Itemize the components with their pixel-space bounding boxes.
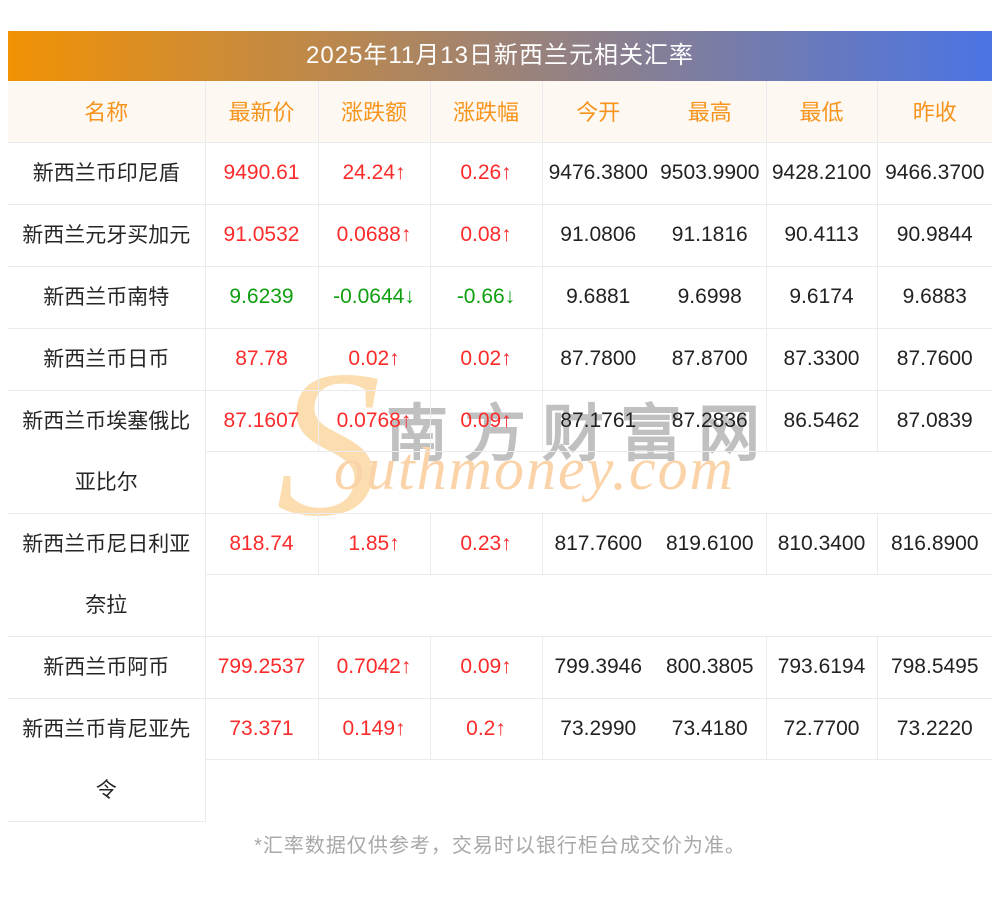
cell-open: 87.7800 xyxy=(541,327,654,391)
cell-latest: 9.6239 xyxy=(204,265,319,329)
currency-pair-name: 新西兰币肯尼亚先 令 xyxy=(8,697,206,822)
cell-low: 86.5462 xyxy=(765,389,878,452)
currency-pair-name: 新西兰元牙买加元 xyxy=(8,203,206,267)
currency-pair-name: 新西兰币阿币 xyxy=(8,635,206,699)
cell-latest: 818.74 xyxy=(204,512,319,575)
spacer-cell xyxy=(205,575,992,637)
cell-latest: 91.0532 xyxy=(204,203,319,267)
cell-prev: 9466.3700 xyxy=(876,141,992,205)
spacer-cell xyxy=(205,452,992,514)
page-container: S 南方财富网 outhmoney.com 2025年11月13日新西兰元相关汇… xyxy=(8,31,992,858)
column-header-pct: 涨跌幅 xyxy=(429,81,543,143)
cell-high: 9503.9900 xyxy=(654,141,767,205)
currency-pair-name: 新西兰币印尼盾 xyxy=(8,141,206,205)
cell-high: 91.1816 xyxy=(654,203,767,267)
cell-high: 800.3805 xyxy=(654,635,767,699)
disclaimer-text: *汇率数据仅供参考，交易时以银行柜台成交价为准。 xyxy=(254,834,746,857)
cell-pct: 0.08↑ xyxy=(429,203,543,267)
cell-prev: 87.0839 xyxy=(876,389,992,452)
table-row: 新西兰币印尼盾 9490.61 24.24↑ 0.26↑ 9476.3800 9503.9… xyxy=(8,141,992,205)
table-row: 新西兰币尼日利亚 奈拉 818.74 1.85↑ 0.23↑ 817.7600 819.6… xyxy=(8,512,992,637)
column-header-high: 最高 xyxy=(654,81,767,143)
cell-prev: 87.7600 xyxy=(876,327,992,391)
cell-prev: 73.2220 xyxy=(876,697,992,760)
cell-change: 0.02↑ xyxy=(317,327,431,391)
cell-open: 91.0806 xyxy=(541,203,654,267)
cell-latest: 87.78 xyxy=(204,327,319,391)
cell-high: 87.8700 xyxy=(654,327,767,391)
cell-pct: 0.09↑ xyxy=(429,389,543,452)
column-header-name: 名称 xyxy=(8,81,206,143)
cell-latest: 73.371 xyxy=(204,697,319,760)
currency-pair-name: 新西兰币日币 xyxy=(8,327,206,391)
cell-high: 9.6998 xyxy=(654,265,767,329)
cell-prev: 816.8900 xyxy=(876,512,992,575)
cell-change: 0.0768↑ xyxy=(317,389,431,452)
table-row: 新西兰币肯尼亚先 令 73.371 0.149↑ 0.2↑ 73.2990 73.4180… xyxy=(8,697,992,822)
cell-open: 9476.3800 xyxy=(541,141,654,205)
table-row: 新西兰元牙买加元 91.0532 0.0688↑ 0.08↑ 91.0806 91.181… xyxy=(8,203,992,267)
cell-high: 73.4180 xyxy=(654,697,767,760)
cell-change: 0.149↑ xyxy=(317,697,431,760)
column-header-low: 最低 xyxy=(765,81,878,143)
cell-latest: 799.2537 xyxy=(204,635,319,699)
cell-open: 799.3946 xyxy=(541,635,654,699)
cell-prev: 90.9844 xyxy=(876,203,992,267)
cell-pct: -0.66↓ xyxy=(429,265,543,329)
column-header-latest: 最新价 xyxy=(204,81,319,143)
cell-prev: 798.5495 xyxy=(876,635,992,699)
spacer-cell xyxy=(205,760,992,822)
cell-open: 87.1761 xyxy=(541,389,654,452)
cell-low: 810.3400 xyxy=(765,512,878,575)
cell-open: 9.6881 xyxy=(541,265,654,329)
cell-change: 0.0688↑ xyxy=(317,203,431,267)
currency-pair-name: 新西兰币南特 xyxy=(8,265,206,329)
cell-open: 817.7600 xyxy=(541,512,654,575)
cell-high: 87.2836 xyxy=(654,389,767,452)
table-row: 新西兰币日币 87.78 0.02↑ 0.02↑ 87.7800 87.8700 87.33… xyxy=(8,327,992,391)
cell-latest: 9490.61 xyxy=(204,141,319,205)
table-row: 新西兰币南特 9.6239 -0.0644↓ -0.66↓ 9.6881 9.6998 9.… xyxy=(8,265,992,329)
cell-open: 73.2990 xyxy=(541,697,654,760)
cell-low: 87.3300 xyxy=(765,327,878,391)
page-title: 2025年11月13日新西兰元相关汇率 xyxy=(8,31,992,81)
column-header-prev: 昨收 xyxy=(876,81,992,143)
cell-pct: 0.09↑ xyxy=(429,635,543,699)
cell-pct: 0.23↑ xyxy=(429,512,543,575)
currency-pair-name: 新西兰币埃塞俄比 亚比尔 xyxy=(8,389,206,514)
cell-pct: 0.26↑ xyxy=(429,141,543,205)
cell-pct: 0.02↑ xyxy=(429,327,543,391)
cell-change: -0.0644↓ xyxy=(317,265,431,329)
cell-low: 793.6194 xyxy=(765,635,878,699)
cell-change: 0.7042↑ xyxy=(317,635,431,699)
column-header-open: 今开 xyxy=(541,81,654,143)
cell-change: 24.24↑ xyxy=(317,141,431,205)
column-header-change: 涨跌额 xyxy=(317,81,431,143)
cell-low: 9.6174 xyxy=(765,265,878,329)
exchange-rate-table: 名称 最新价 涨跌额 涨跌幅 今开 最高 最低 昨收 新西兰币印尼盾 9490.6… xyxy=(8,81,992,822)
cell-low: 9428.2100 xyxy=(765,141,878,205)
cell-low: 90.4113 xyxy=(765,203,878,267)
cell-pct: 0.2↑ xyxy=(429,697,543,760)
currency-pair-name: 新西兰币尼日利亚 奈拉 xyxy=(8,512,206,637)
cell-change: 1.85↑ xyxy=(317,512,431,575)
cell-high: 819.6100 xyxy=(654,512,767,575)
cell-latest: 87.1607 xyxy=(204,389,319,452)
table-row: 新西兰币埃塞俄比 亚比尔 87.1607 0.0768↑ 0.09↑ 87.1761 87… xyxy=(8,389,992,514)
table-header-row: 名称 最新价 涨跌额 涨跌幅 今开 最高 最低 昨收 xyxy=(8,81,992,143)
cell-prev: 9.6883 xyxy=(876,265,992,329)
table-row: 新西兰币阿币 799.2537 0.7042↑ 0.09↑ 799.3946 800.38… xyxy=(8,635,992,699)
cell-low: 72.7700 xyxy=(765,697,878,760)
